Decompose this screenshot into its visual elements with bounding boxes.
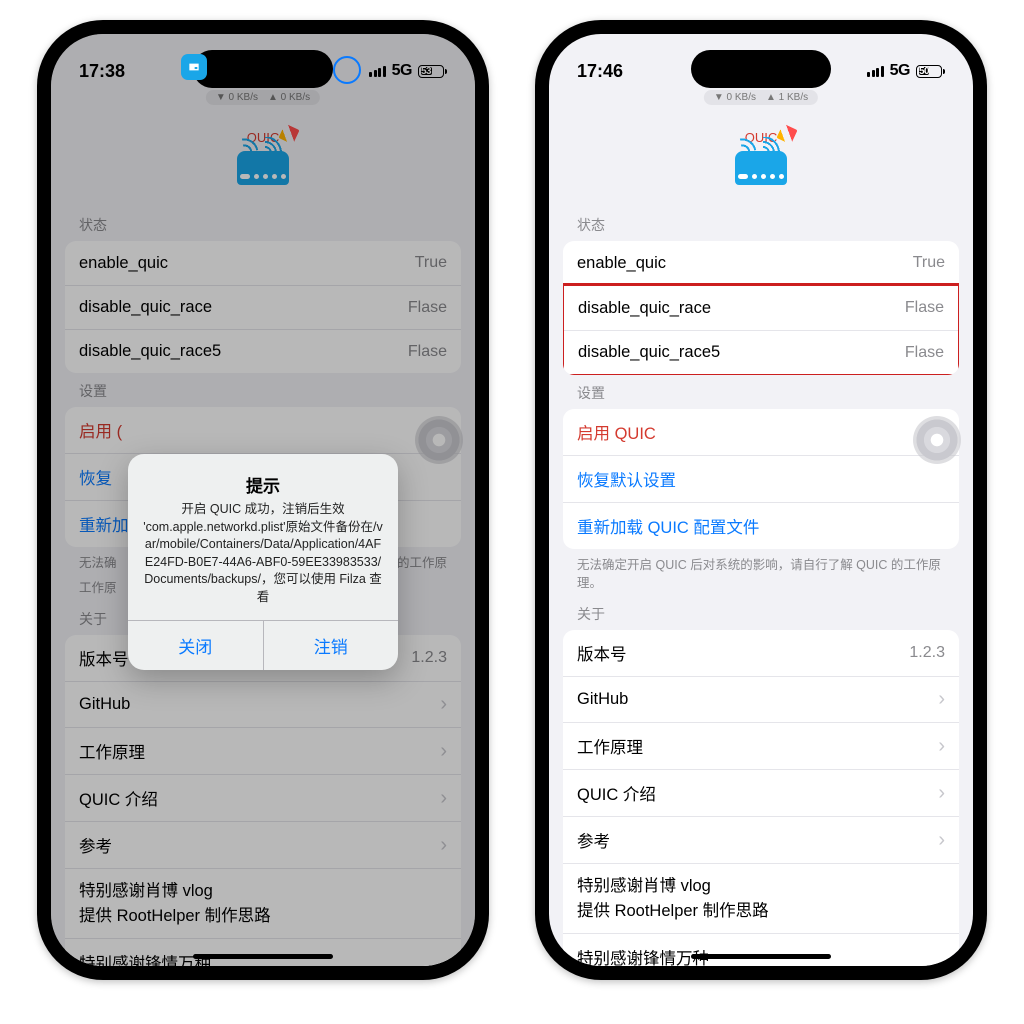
row-disable-quic-race5[interactable]: disable_quic_race5Flase: [564, 330, 958, 374]
settings-footer: 无法确定开启 QUIC 后对系统的影响，请自行了解 QUIC 的工作原理。: [563, 549, 959, 596]
row-restore[interactable]: 恢复默认设置: [563, 455, 959, 502]
pip-indicator-icon[interactable]: [181, 54, 207, 80]
router-icon: [735, 151, 787, 185]
home-indicator[interactable]: [691, 954, 831, 959]
assistive-touch[interactable]: [913, 416, 961, 464]
highlight-box: disable_quic_raceFlase disable_quic_race…: [563, 283, 959, 375]
status-time: 17:46: [577, 61, 623, 82]
app-header: QUIC: [549, 130, 973, 185]
section-header-status: 状态: [563, 207, 959, 241]
camera-ring-icon: [333, 56, 361, 84]
signal-icon: [867, 65, 884, 77]
row-refs[interactable]: 参考›: [563, 816, 959, 863]
dynamic-island: [193, 50, 333, 88]
chevron-right-icon: ›: [938, 735, 945, 758]
row-disable-quic-race[interactable]: disable_quic_raceFlase: [564, 286, 958, 330]
speed-indicator: ▼ 0 KB/s▲ 1 KB/s: [704, 90, 818, 105]
about-group: 版本号1.2.3 GitHub› 工作原理› QUIC 介绍› 参考› 特别感谢…: [563, 630, 959, 966]
chevron-right-icon: ›: [938, 829, 945, 852]
screen-left: 17:38 5G 53 ▼ 0 KB/s▲ 0 KB/s QUIC 状态 ena…: [51, 34, 475, 966]
row-enable-quic-action[interactable]: 启用 QUIC: [563, 409, 959, 455]
phone-right: 17:46 5G 50 ▼ 0 KB/s▲ 1 KB/s QUIC 状态 ena…: [535, 20, 987, 980]
chevron-right-icon: ›: [938, 688, 945, 711]
row-reload[interactable]: 重新加载 QUIC 配置文件: [563, 502, 959, 549]
section-header-settings: 设置: [563, 375, 959, 409]
alert-close-button[interactable]: 关闭: [128, 621, 263, 670]
dynamic-island: [691, 50, 831, 88]
row-how[interactable]: 工作原理›: [563, 722, 959, 769]
content: 状态 enable_quicTrue disable_quic_raceFlas…: [549, 207, 973, 966]
alert-title: 提示: [142, 472, 384, 497]
screen-right: 17:46 5G 50 ▼ 0 KB/s▲ 1 KB/s QUIC 状态 ena…: [549, 34, 973, 966]
row-version[interactable]: 版本号1.2.3: [563, 630, 959, 676]
row-thanks1[interactable]: 特别感谢肖博 vlog提供 RootHelper 制作思路: [563, 863, 959, 933]
battery-icon: 50: [916, 65, 945, 78]
alert-message: 开启 QUIC 成功，注销后生效 'com.apple.networkd.pli…: [142, 501, 384, 606]
row-github[interactable]: GitHub›: [563, 676, 959, 722]
row-thanks2[interactable]: 特别感谢锋情万种: [563, 933, 959, 966]
network-label: 5G: [890, 62, 910, 80]
phone-left: 17:38 5G 53 ▼ 0 KB/s▲ 0 KB/s QUIC 状态 ena…: [37, 20, 489, 980]
status-group: enable_quicTrue disable_quic_raceFlase d…: [563, 241, 959, 375]
alert-logout-button[interactable]: 注销: [263, 621, 399, 670]
row-quic-intro[interactable]: QUIC 介绍›: [563, 769, 959, 816]
section-header-about: 关于: [563, 596, 959, 630]
settings-group: 启用 QUIC 恢复默认设置 重新加载 QUIC 配置文件: [563, 409, 959, 549]
chevron-right-icon: ›: [938, 782, 945, 805]
home-indicator[interactable]: [193, 954, 333, 959]
alert-dialog: 提示 开启 QUIC 成功，注销后生效 'com.apple.networkd.…: [128, 454, 398, 670]
row-enable-quic[interactable]: enable_quicTrue: [563, 241, 959, 285]
